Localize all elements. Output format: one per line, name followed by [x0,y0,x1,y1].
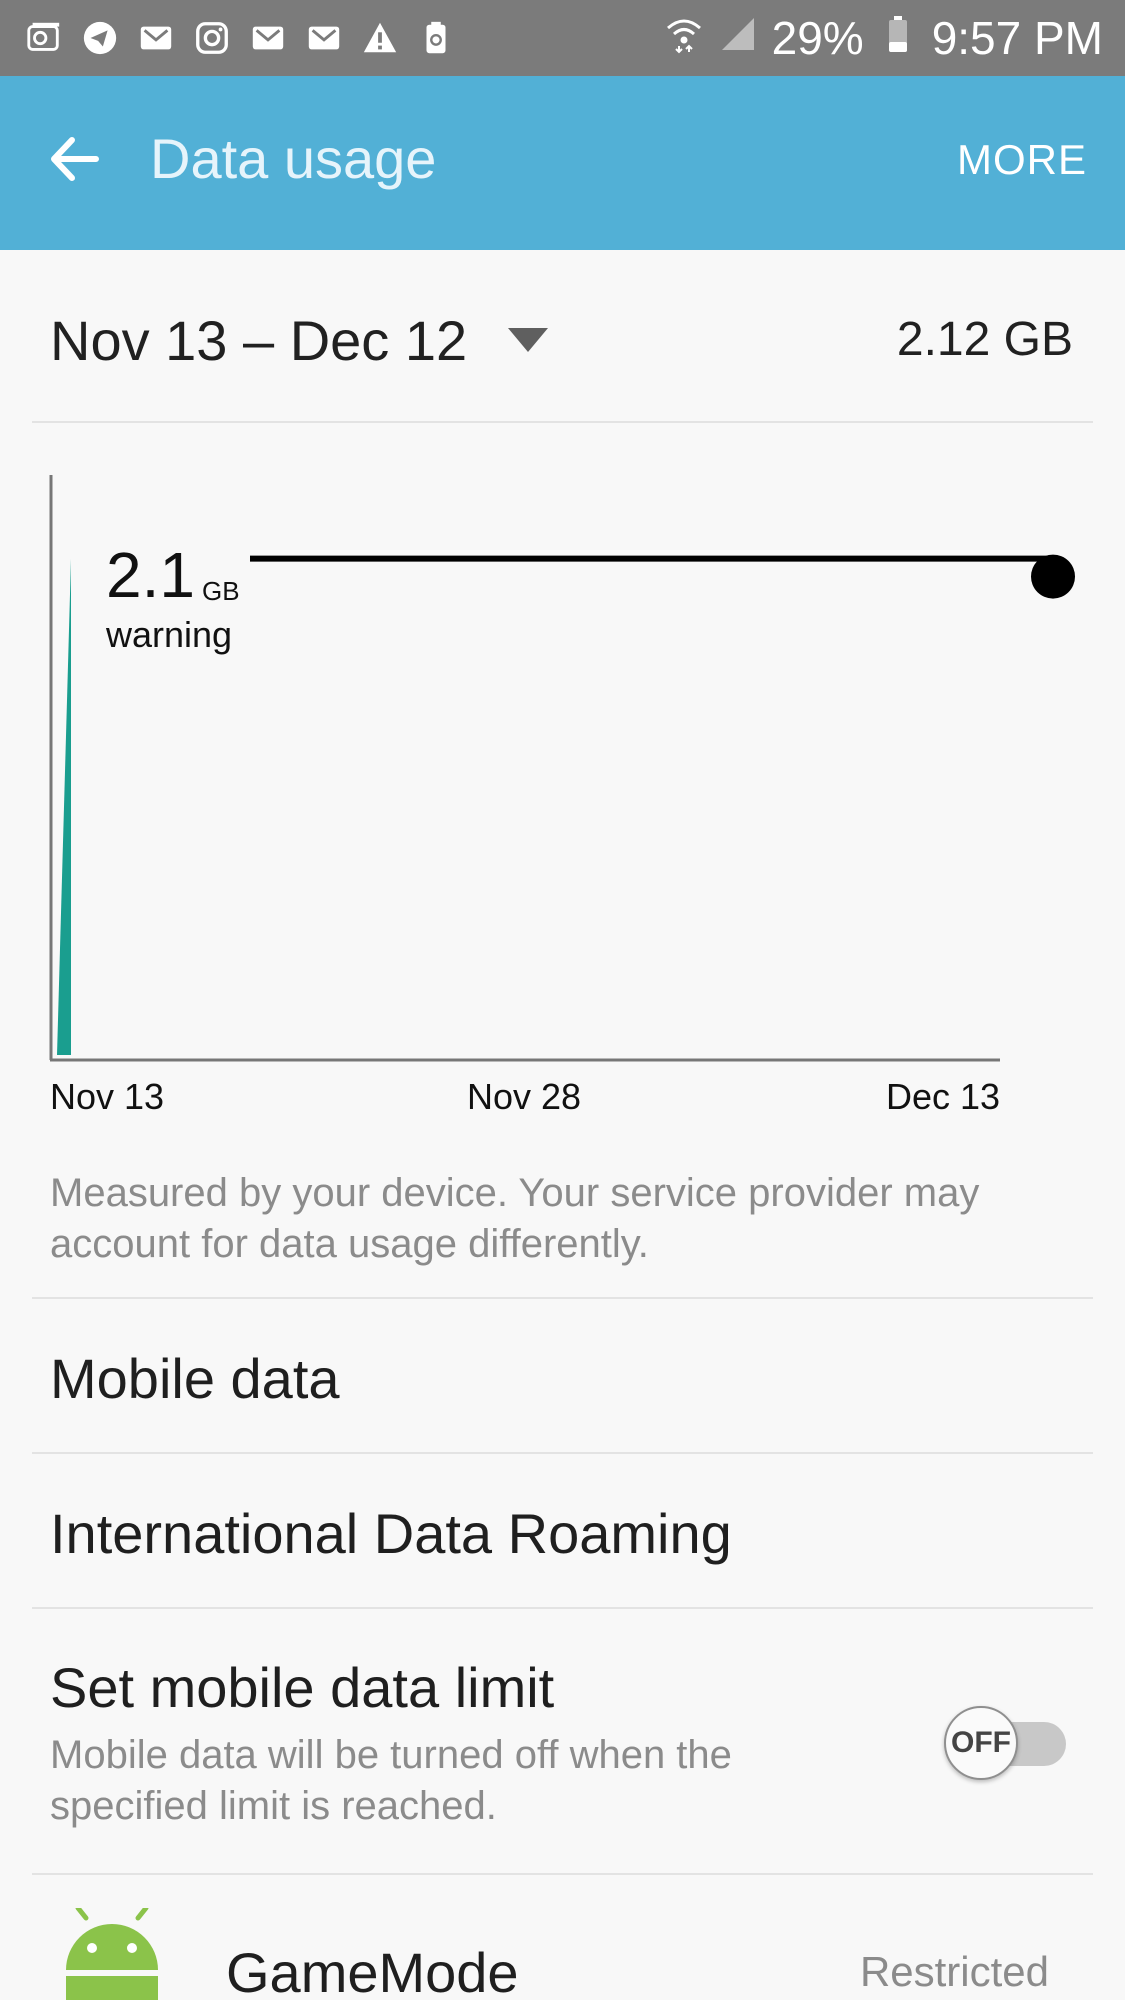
recycle-icon [414,16,458,60]
warning-icon [358,16,402,60]
data-limit-title[interactable]: Set mobile data limit [50,1655,1080,1720]
cycle-selector[interactable]: Nov 13 – Dec 12 2.12 GB [50,300,1075,380]
divider [32,1607,1093,1609]
divider [32,421,1093,423]
notification-icons [22,16,458,60]
data-limit-toggle[interactable]: OFF [944,1706,1068,1780]
signal-icon [718,11,758,65]
page-title: Data usage [150,127,437,190]
usage-chart: 2.1 GB warning Nov 13 Nov 28 Dec 13 [40,470,1090,1120]
mobile-data-item[interactable]: Mobile data [50,1346,1080,1411]
system-status: 29% 9:57 PM [664,10,1103,66]
voicemail-icon [22,16,66,60]
app-status: Restricted [859,1948,1049,1995]
battery-icon [878,11,918,65]
data-limit-description: Mobile data will be turned off when the … [50,1733,732,1828]
back-button[interactable] [44,128,106,190]
app-name[interactable]: GameMode [226,1940,519,2000]
measurement-note: Measured by your device. Your service pr… [50,1171,980,1266]
gmail-icon [134,16,178,60]
warning-unit: GB [202,576,240,606]
divider [32,1452,1093,1454]
more-button[interactable]: MORE [957,136,1087,184]
divider [32,1297,1093,1299]
toggle-knob: OFF [944,1706,1018,1780]
warning-label: warning [106,614,233,655]
warning-value: 2.1 [106,539,195,611]
status-bar: 29% 9:57 PM [0,0,1125,76]
date-range: Nov 13 – Dec 12 [50,309,468,372]
gmail-icon [246,16,290,60]
warning-handle[interactable] [1031,554,1075,599]
roaming-item[interactable]: International Data Roaming [50,1501,1080,1566]
x-tick-label: Nov 13 [50,1076,165,1117]
usage-area [57,558,71,1055]
instagram-icon [190,16,234,60]
x-tick-label: Dec 13 [886,1076,1001,1117]
chart-canvas [49,475,1075,1062]
android-icon [56,1905,168,2000]
wifi-icon [664,11,704,65]
app-bar: Data usage MORE [0,76,1125,250]
divider [32,1873,1093,1875]
caret-down-icon [508,328,548,352]
usage-total: 2.12 GB [896,313,1073,366]
battery-percent: 29% [771,12,864,64]
clock: 9:57 PM [931,12,1103,64]
arrow-left-icon [51,137,99,181]
x-tick-label: Nov 28 [467,1076,582,1117]
telegram-icon [78,16,122,60]
gmail-icon [302,16,346,60]
